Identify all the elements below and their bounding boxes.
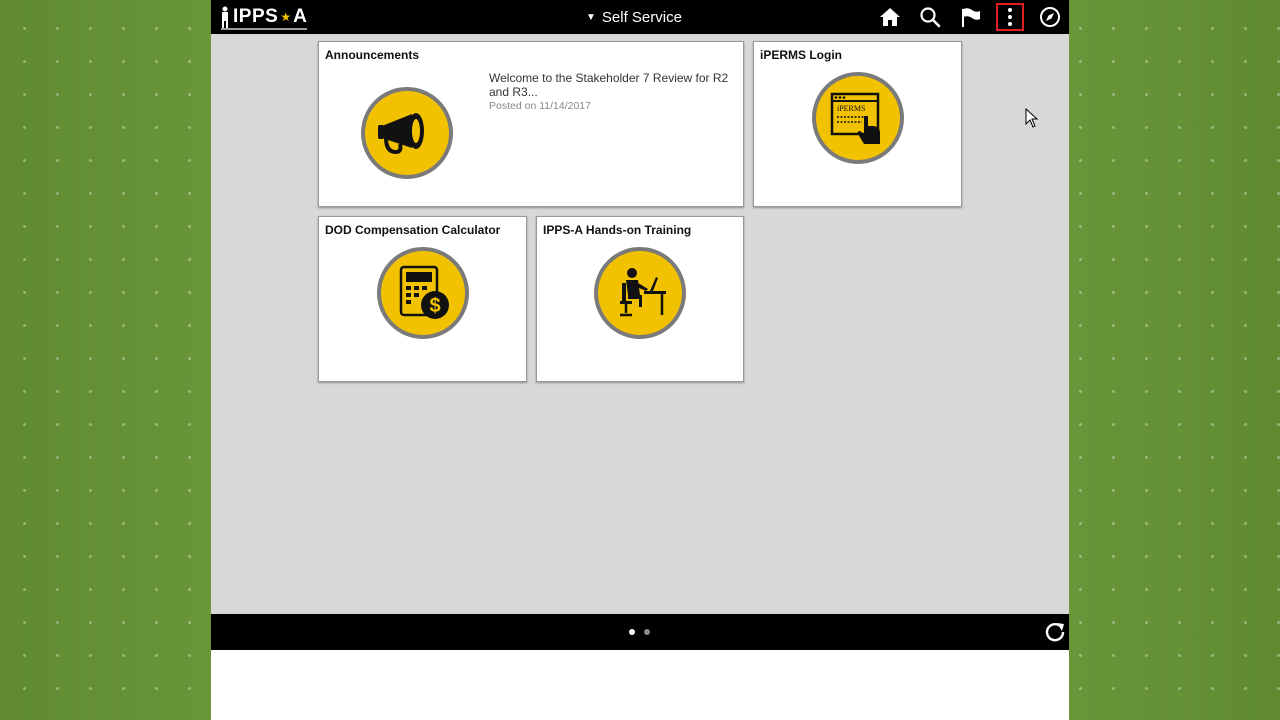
tile-iperms-login[interactable]: iPERMS Login iPERMS	[753, 41, 962, 207]
ippsa-logo[interactable]: IPPS ★ A	[219, 4, 307, 30]
mouse-cursor-icon	[1025, 108, 1039, 128]
bottom-toolbar	[211, 614, 1069, 650]
tile-ipps-a-hands-on-training[interactable]: IPPS-A Hands-on Training	[536, 216, 744, 382]
caret-down-icon: ▼	[586, 11, 596, 23]
tile-title: Announcements	[325, 48, 420, 62]
notifications-button[interactable]	[957, 3, 985, 31]
logo-star-icon: ★	[280, 10, 292, 24]
page-indicator-dot-active[interactable]	[629, 629, 635, 635]
footer-area	[211, 650, 1069, 720]
iperms-icon-label: iPERMS	[837, 104, 865, 113]
tile-dod-compensation-calculator[interactable]: DOD Compensation Calculator $	[318, 216, 527, 382]
calculator-badge: $	[377, 247, 469, 339]
logo-tagline-bar	[221, 28, 307, 30]
tile-announcements[interactable]: Announcements Welcome to the Stakeholder…	[318, 41, 744, 207]
search-button[interactable]	[916, 3, 944, 31]
actions-menu-button[interactable]	[996, 3, 1024, 31]
iperms-badge: iPERMS	[812, 72, 904, 164]
calculator-dollar-icon: $	[399, 265, 449, 319]
page-title-dropdown[interactable]: ▼ Self Service	[586, 7, 682, 27]
training-badge	[594, 247, 686, 339]
logo-text-suffix: A	[293, 6, 308, 27]
tile-title: DOD Compensation Calculator	[325, 223, 501, 237]
announcement-date: Posted on 11/14/2017	[489, 100, 591, 112]
tile-title: IPPS-A Hands-on Training	[543, 223, 692, 237]
navigator-button[interactable]	[1036, 3, 1064, 31]
soldier-silhouette-icon	[222, 6, 228, 28]
flag-icon	[962, 8, 980, 27]
tile-title: iPERMS Login	[760, 48, 842, 62]
top-navigation-bar: IPPS ★ A ▼ Self Service	[211, 0, 1069, 34]
home-icon	[880, 8, 900, 26]
logo-text: IPPS	[233, 6, 279, 27]
page-title: Self Service	[601, 8, 682, 26]
megaphone-icon	[378, 113, 424, 155]
refresh-icon	[1045, 623, 1065, 642]
iperms-icon: iPERMS	[830, 92, 880, 144]
page-indicator-dot[interactable]	[644, 629, 650, 635]
app-window: IPPS ★ A ▼ Self Service Announcements We…	[211, 0, 1069, 720]
announcement-message[interactable]: Welcome to the Stakeholder 7 Review for …	[489, 71, 729, 99]
compass-icon	[1040, 7, 1060, 27]
more-vertical-icon	[1008, 8, 1012, 26]
refresh-button[interactable]	[1041, 618, 1069, 646]
svg-text:$: $	[429, 295, 440, 317]
home-button[interactable]	[876, 3, 904, 31]
person-at-desk-icon	[620, 268, 666, 317]
search-icon	[920, 7, 941, 28]
megaphone-badge	[361, 87, 453, 179]
